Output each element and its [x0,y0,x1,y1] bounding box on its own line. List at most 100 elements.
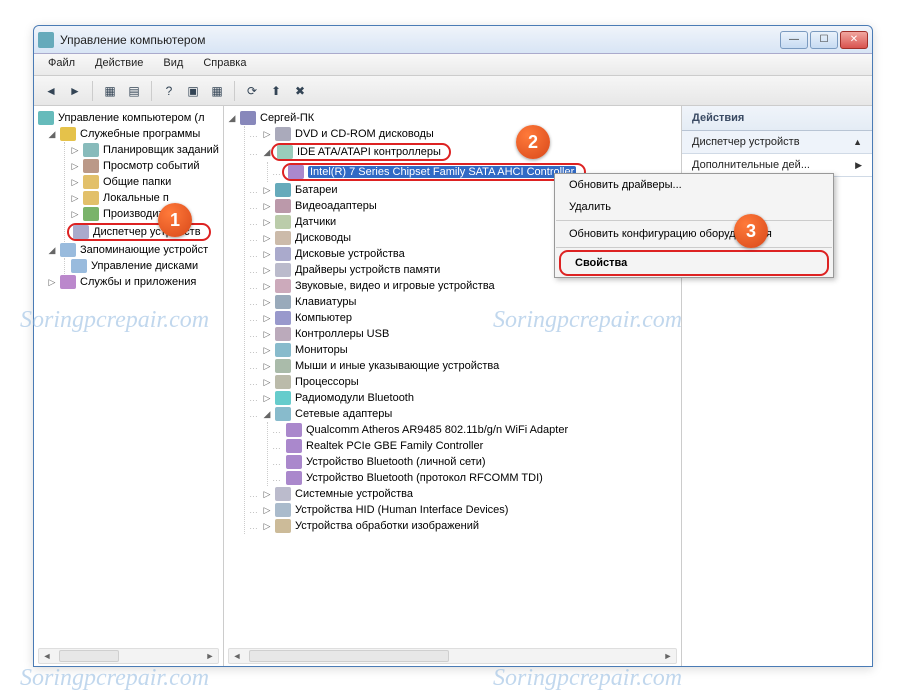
cmenu-update-drivers[interactable]: Обновить драйверы... [555,174,833,196]
expand-icon[interactable]: ▷ [69,177,81,188]
tree-event-viewer[interactable]: ▷Просмотр событий [69,158,221,174]
expand-icon[interactable]: ▷ [261,345,273,356]
expand-icon[interactable]: ▷ [69,145,81,156]
expand-icon[interactable]: ▷ [261,185,273,196]
expand-icon[interactable]: ▷ [261,361,273,372]
tree-line: … [249,521,258,531]
tree-line: … [249,313,258,323]
device-category[interactable]: …▷Устройства HID (Human Interface Device… [249,502,679,518]
titlebar[interactable]: Управление компьютером — ☐ ✕ [34,26,872,54]
maximize-button[interactable]: ☐ [810,31,838,49]
collapse-icon[interactable]: ◢ [46,245,58,256]
expand-icon[interactable]: ▷ [46,277,58,288]
menu-file[interactable]: Файл [38,54,85,75]
expand-icon[interactable]: ▷ [261,201,273,212]
tree-performance[interactable]: ▷Производител [69,206,221,222]
horizontal-scrollbar[interactable]: ◄► [38,648,219,664]
close-button[interactable]: ✕ [840,31,868,49]
category-icon [275,279,291,293]
tree-line: … [249,185,258,195]
device-category[interactable]: …▷Компьютер [249,310,679,326]
tree-storage[interactable]: ◢Запоминающие устройст [46,242,221,258]
show-hide-tree-button[interactable]: ▦ [99,80,121,102]
minimize-button[interactable]: — [780,31,808,49]
scan-button[interactable]: ⟳ [241,80,263,102]
device-category[interactable]: …▷Мониторы [249,342,679,358]
menu-action[interactable]: Действие [85,54,153,75]
collapse-icon[interactable]: ◢ [261,409,273,420]
device-item[interactable]: …Qualcomm Atheros AR9485 802.11b/g/n WiF… [272,422,679,438]
expand-icon[interactable]: ▷ [261,377,273,388]
cmenu-uninstall[interactable]: Удалить [555,196,833,218]
cmenu-scan-hardware[interactable]: Обновить конфигурацию оборудования [555,223,833,245]
device-item[interactable]: …Realtek PCIe GBE Family Controller [272,438,679,454]
device-category[interactable]: …▷Звуковые, видео и игровые устройства [249,278,679,294]
device-category[interactable]: …▷Устройства обработки изображений [249,518,679,534]
uninstall-button[interactable]: ✖ [289,80,311,102]
expand-icon[interactable]: ▷ [261,521,273,532]
tree-local-users[interactable]: ▷Локальные п [69,190,221,206]
scroll-left-icon[interactable]: ◄ [39,649,55,663]
expand-icon[interactable]: ▷ [261,329,273,340]
device-category[interactable]: …◢IDE ATA/ATAPI контроллеры [249,142,679,162]
scroll-right-icon[interactable]: ► [660,649,676,663]
scroll-right-icon[interactable]: ► [202,649,218,663]
tree-root[interactable]: Управление компьютером (л [36,110,221,126]
device-category[interactable]: …▷Радиомодули Bluetooth [249,390,679,406]
expand-icon[interactable]: ▷ [261,217,273,228]
tree-shared-folders[interactable]: ▷Общие папки [69,174,221,190]
menu-help[interactable]: Справка [193,54,256,75]
expand-icon[interactable]: ▷ [261,265,273,276]
menu-view[interactable]: Вид [153,54,193,75]
tree-system-tools[interactable]: ◢Служебные программы [46,126,221,142]
help-button[interactable]: ? [158,80,180,102]
expand-icon[interactable]: ▷ [261,313,273,324]
expand-icon[interactable]: ▷ [261,489,273,500]
callout-2: 2 [516,125,550,159]
expand-icon[interactable]: ▷ [261,129,273,140]
view-button[interactable]: ▣ [182,80,204,102]
device-category[interactable]: …▷Клавиатуры [249,294,679,310]
view-button[interactable]: ▦ [206,80,228,102]
device-category[interactable]: …▷DVD и CD-ROM дисководы [249,126,679,142]
expand-icon[interactable]: ▷ [261,281,273,292]
expand-icon[interactable]: ▷ [69,209,81,220]
expand-icon[interactable]: ▷ [261,505,273,516]
expand-icon[interactable]: ▷ [261,249,273,260]
properties-button[interactable]: ▤ [123,80,145,102]
update-driver-button[interactable]: ⬆ [265,80,287,102]
storage-icon [60,243,76,257]
collapse-icon[interactable]: ◢ [226,113,238,124]
folder-icon [83,175,99,189]
actions-main-item[interactable]: Диспетчер устройств▲ [682,131,872,154]
device-category[interactable]: …▷Процессоры [249,374,679,390]
device-tree-root[interactable]: ◢Сергей-ПК [226,110,679,126]
device-category[interactable]: …▷Контроллеры USB [249,326,679,342]
nav-forward-button[interactable]: ► [64,80,86,102]
cmenu-properties[interactable]: Свойства [561,252,827,274]
scroll-thumb[interactable] [249,650,449,662]
tree-task-scheduler[interactable]: ▷Планировщик заданий [69,142,221,158]
horizontal-scrollbar[interactable]: ◄► [228,648,677,664]
device-manager-icon [73,225,89,239]
category-icon [275,263,291,277]
device-item[interactable]: …Устройство Bluetooth (личной сети) [272,454,679,470]
expand-icon[interactable]: ▷ [261,393,273,404]
expand-icon[interactable]: ▷ [69,161,81,172]
nav-back-button[interactable]: ◄ [40,80,62,102]
tree-services[interactable]: ▷ Службы и приложения [46,274,221,290]
collapse-icon[interactable]: ◢ [46,129,58,140]
tree-disk-management[interactable]: Управление дисками [69,258,221,274]
tree-label: Службы и приложения [80,276,196,288]
scroll-thumb[interactable] [59,650,119,662]
expand-icon[interactable]: ▷ [261,233,273,244]
device-category[interactable]: …▷Мыши и иные указывающие устройства [249,358,679,374]
expand-icon[interactable]: ▷ [261,297,273,308]
expand-icon[interactable]: ▷ [69,193,81,204]
scroll-left-icon[interactable]: ◄ [229,649,245,663]
device-category[interactable]: …◢Сетевые адаптеры [249,406,679,422]
tree-device-manager[interactable]: Диспетчер устройств [69,222,221,242]
device-item[interactable]: …Устройство Bluetooth (протокол RFCOMM T… [272,470,679,486]
category-icon [275,375,291,389]
device-category[interactable]: …▷Системные устройства [249,486,679,502]
